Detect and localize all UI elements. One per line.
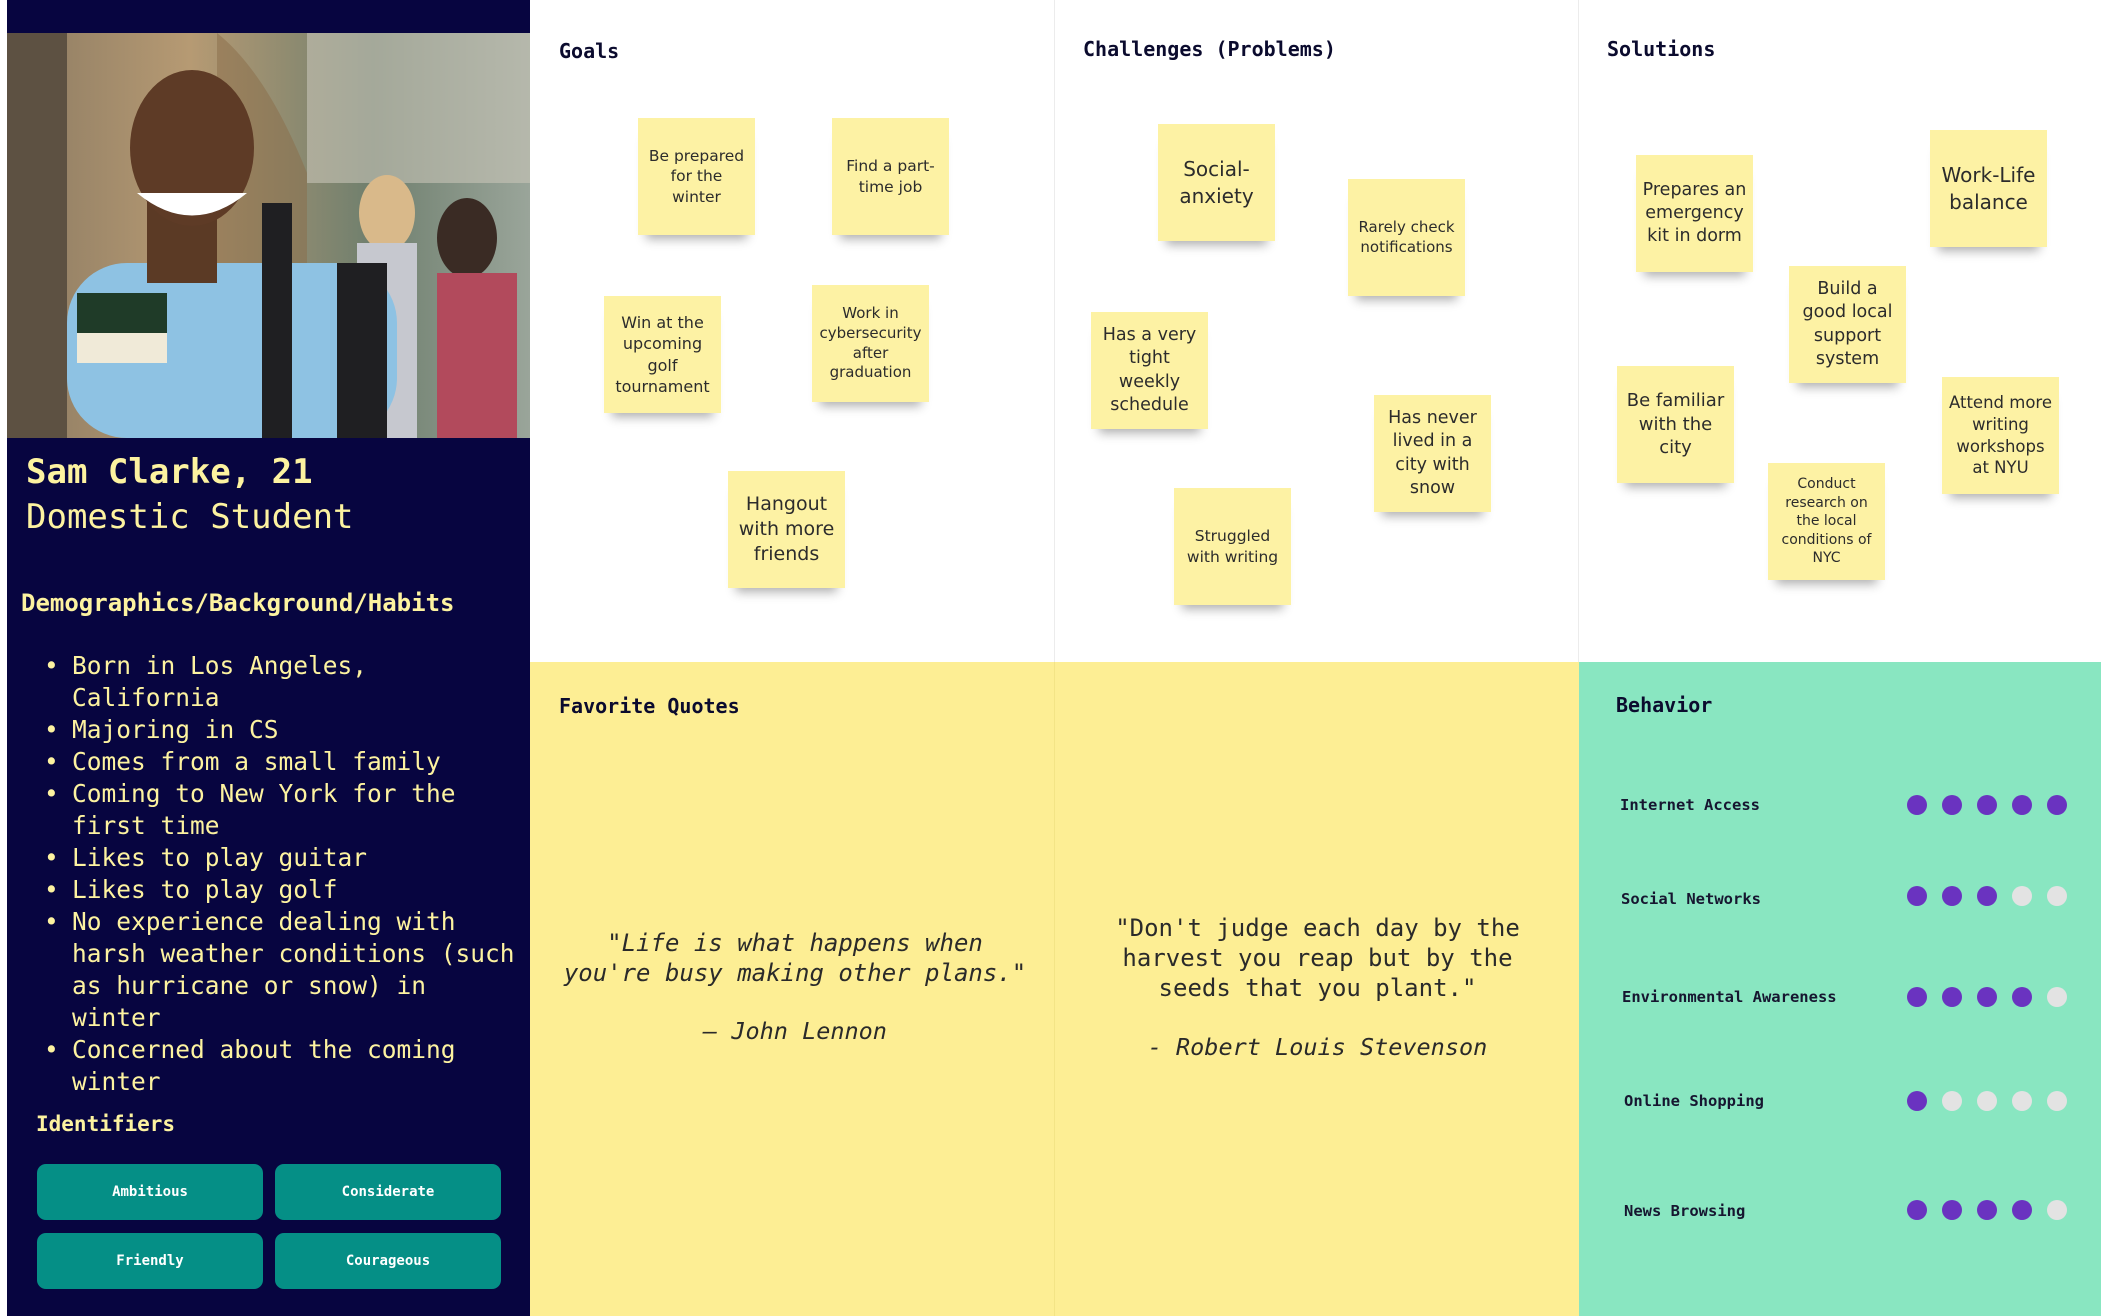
challenges-title: Challenges (Problems) (1083, 37, 1336, 61)
rating-dot-filled (1907, 795, 1927, 815)
demographics-item: Likes to play golf (22, 874, 522, 906)
sticky-note[interactable]: Has a very tight weekly schedule (1091, 312, 1208, 429)
identifier-tag-considerate[interactable]: Considerate (275, 1164, 501, 1220)
rating-dot-filled (2012, 1200, 2032, 1220)
identifier-tag-friendly[interactable]: Friendly (37, 1233, 263, 1289)
demographics-item: Born in Los Angeles, California (22, 650, 522, 714)
sticky-note[interactable]: Rarely check notifications (1348, 179, 1465, 296)
quote-text: "Don't judge each day by the harvest you… (1115, 914, 1520, 1002)
sticky-note[interactable]: Find a part-time job (832, 118, 949, 235)
quote-author: - Robert Louis Stevenson (1147, 1033, 1488, 1061)
behavior-label: News Browsing (1624, 1202, 1746, 1220)
rating-dot-empty (1977, 1091, 1997, 1111)
behavior-rating (1907, 886, 2067, 906)
demographics-title: Demographics/Background/Habits (21, 589, 455, 617)
rating-dot-filled (1942, 795, 1962, 815)
divider (1578, 0, 1579, 662)
identifier-tag-courageous[interactable]: Courageous (275, 1233, 501, 1289)
behavior-rating (1907, 1200, 2067, 1220)
behavior-label: Online Shopping (1624, 1092, 1764, 1110)
demographics-item: Coming to New York for the first time (22, 778, 522, 842)
rating-dot-filled (2047, 795, 2067, 815)
rating-dot-filled (1977, 886, 1997, 906)
behavior-rating (1907, 987, 2067, 1007)
rating-dot-empty (2047, 1200, 2067, 1220)
sticky-note[interactable]: Be familiar with the city (1617, 366, 1734, 483)
quote-text: "Life is what happens when you're busy m… (563, 929, 1027, 987)
demographics-item: Majoring in CS (22, 714, 522, 746)
demographics-item: No experience dealing with harsh weather… (22, 906, 522, 1034)
behavior-title: Behavior (1616, 693, 1713, 717)
sticky-note[interactable]: Conduct research on the local conditions… (1768, 463, 1885, 580)
rating-dot-filled (1907, 987, 1927, 1007)
sticky-note[interactable]: Attend more writing workshops at NYU (1942, 377, 2059, 494)
sticky-note[interactable]: Hangout with more friends (728, 471, 845, 588)
rating-dot-filled (1942, 987, 1962, 1007)
rating-dot-empty (2012, 886, 2032, 906)
quote-author: — John Lennon (703, 1017, 887, 1045)
rating-dot-filled (1942, 1200, 1962, 1220)
rating-dot-filled (2012, 987, 2032, 1007)
demographics-item: Concerned about the coming winter (22, 1034, 522, 1098)
goals-title: Goals (559, 39, 620, 63)
behavior-label: Environmental Awareness (1622, 988, 1837, 1006)
rating-dot-filled (1907, 886, 1927, 906)
rating-dot-empty (2012, 1091, 2032, 1111)
sticky-note[interactable]: Work in cybersecurity after graduation (812, 285, 929, 402)
identifiers-title: Identifiers (36, 1112, 176, 1136)
behavior-rating (1907, 1091, 2067, 1111)
demographics-item: Likes to play guitar (22, 842, 522, 874)
rating-dot-empty (2047, 1091, 2067, 1111)
rating-dot-filled (2012, 795, 2032, 815)
demographics-list: Born in Los Angeles, California Majoring… (22, 650, 522, 1098)
behavior-label: Internet Access (1620, 796, 1760, 814)
sticky-note[interactable]: Build a good local support system (1789, 266, 1906, 383)
sticky-note[interactable]: Struggled with writing (1174, 488, 1291, 605)
behavior-rating (1907, 795, 2067, 815)
sticky-note[interactable]: Prepares an emergency kit in dorm (1636, 155, 1753, 272)
rating-dot-filled (1977, 1200, 1997, 1220)
rating-dot-filled (1942, 886, 1962, 906)
rating-dot-filled (1907, 1091, 1927, 1111)
sticky-note[interactable]: Win at the upcoming golf tournament (604, 296, 721, 413)
rating-dot-filled (1907, 1200, 1927, 1220)
behavior-label: Social Networks (1621, 890, 1761, 908)
sticky-note[interactable]: Has never lived in a city with snow (1374, 395, 1491, 512)
demographics-item: Comes from a small family (22, 746, 522, 778)
rating-dot-filled (1977, 795, 1997, 815)
sticky-note[interactable]: Be prepared for the winter (638, 118, 755, 235)
rating-dot-empty (2047, 987, 2067, 1007)
rating-dot-filled (1977, 987, 1997, 1007)
rating-dot-empty (1942, 1091, 1962, 1111)
rating-dot-empty (2047, 886, 2067, 906)
quotes-title: Favorite Quotes (559, 694, 740, 718)
persona-name: Sam Clarke, 21 (26, 452, 313, 492)
persona-role: Domestic Student (26, 497, 354, 537)
solutions-title: Solutions (1607, 37, 1716, 61)
divider (1054, 662, 1055, 1316)
sticky-note[interactable]: Work-Life balance (1930, 130, 2047, 247)
divider (1054, 0, 1055, 662)
identifier-tag-ambitious[interactable]: Ambitious (37, 1164, 263, 1220)
sticky-note[interactable]: Social-anxiety (1158, 124, 1275, 241)
persona-photo (7, 33, 530, 438)
